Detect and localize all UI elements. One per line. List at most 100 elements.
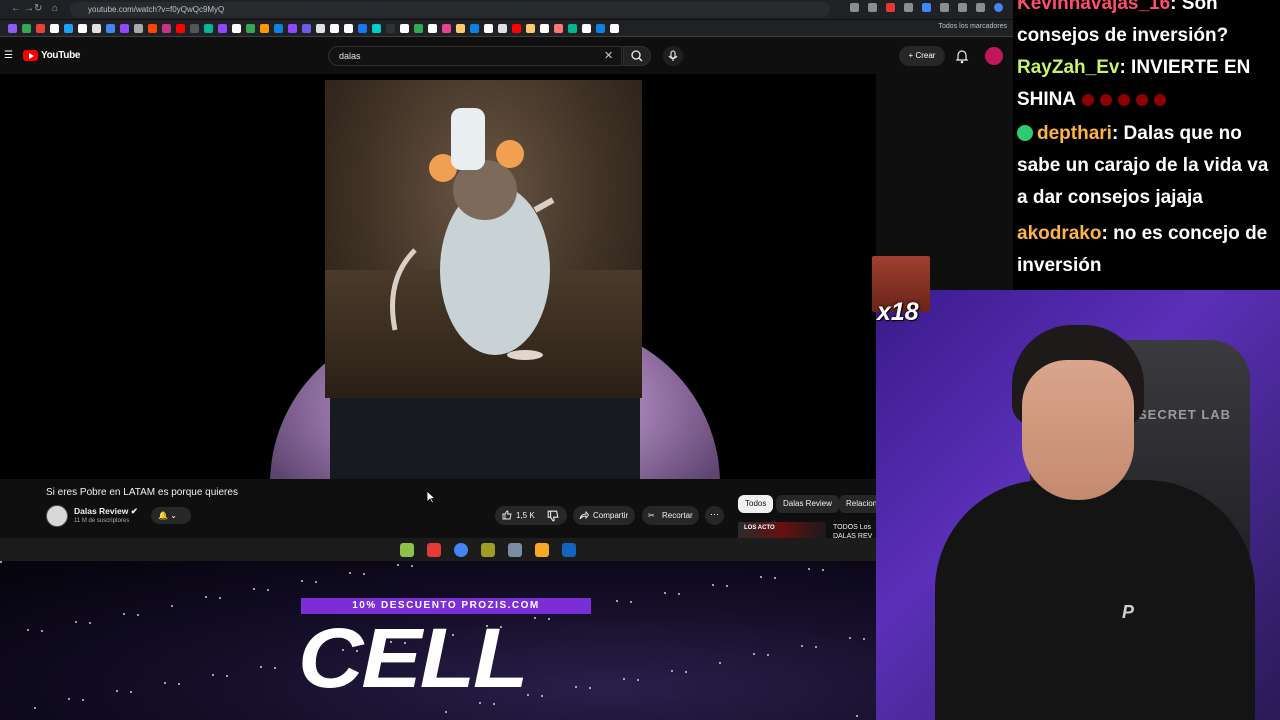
bookmark-favicon-icon[interactable] bbox=[400, 24, 409, 33]
bookmark-favicon-icon[interactable] bbox=[50, 24, 59, 33]
bookmark-favicon-icon[interactable] bbox=[512, 24, 521, 33]
video-player[interactable] bbox=[0, 74, 876, 479]
home-icon[interactable]: ⌂ bbox=[52, 3, 58, 14]
bookmark-favicon-icon[interactable] bbox=[92, 24, 101, 33]
bookmark-favicon-icon[interactable] bbox=[358, 24, 367, 33]
taskbar-app-icon[interactable] bbox=[400, 543, 414, 557]
chat-username[interactable]: Kevinnavajas_16 bbox=[1017, 0, 1170, 14]
bookmark-favicon-icon[interactable] bbox=[190, 24, 199, 33]
bookmark-favicon-icon[interactable] bbox=[414, 24, 423, 33]
taskbar-app-icon[interactable] bbox=[535, 543, 549, 557]
bookmark-favicon-icon[interactable] bbox=[442, 24, 451, 33]
chat-username[interactable]: depthari bbox=[1037, 123, 1112, 144]
chat-username[interactable]: RayZah_Ev bbox=[1017, 57, 1119, 78]
bookmark-favicon-icon[interactable] bbox=[386, 24, 395, 33]
bookmark-favicon-icon[interactable] bbox=[176, 24, 185, 33]
chat-username[interactable]: akodrako bbox=[1017, 223, 1101, 244]
bookmark-favicon-icon[interactable] bbox=[106, 24, 115, 33]
dislike-button[interactable] bbox=[547, 509, 559, 527]
like-button[interactable]: 1,5 K bbox=[502, 510, 535, 520]
subscription-bell-button[interactable]: 🔔 ⌄ bbox=[151, 507, 191, 524]
bookmark-favicon-icon[interactable] bbox=[498, 24, 507, 33]
chat-emote-icon bbox=[1100, 94, 1113, 106]
puzzle-icon[interactable] bbox=[940, 3, 949, 12]
taskbar-app-icon[interactable] bbox=[508, 543, 522, 557]
bookmark-favicon-icon[interactable] bbox=[596, 24, 605, 33]
bookmark-favicon-icon[interactable] bbox=[36, 24, 45, 33]
bookmark-favicon-icon[interactable] bbox=[302, 24, 311, 33]
search-input[interactable]: dalas bbox=[328, 46, 622, 66]
bookmark-favicon-icon[interactable] bbox=[274, 24, 283, 33]
bookmark-favicon-icon[interactable] bbox=[148, 24, 157, 33]
star-decoration bbox=[274, 667, 276, 669]
channel-avatar[interactable] bbox=[46, 505, 68, 527]
create-button[interactable]: + Crear bbox=[899, 46, 945, 66]
bookmark-favicon-icon[interactable] bbox=[568, 24, 577, 33]
bookmark-favicon-icon[interactable] bbox=[428, 24, 437, 33]
streamer-face bbox=[1022, 360, 1134, 500]
bookmark-favicon-icon[interactable] bbox=[218, 24, 227, 33]
bookmark-favicon-icon[interactable] bbox=[134, 24, 143, 33]
voice-search-button[interactable] bbox=[663, 46, 683, 66]
taskbar-app-icon[interactable] bbox=[481, 543, 495, 557]
bookmark-favicon-icon[interactable] bbox=[330, 24, 339, 33]
scissors-icon: ✂ bbox=[648, 511, 655, 520]
bookmark-favicon-icon[interactable] bbox=[78, 24, 87, 33]
taskbar-app-icon[interactable] bbox=[454, 543, 468, 557]
bookmark-favicon-icon[interactable] bbox=[22, 24, 31, 33]
bookmark-favicon-icon[interactable] bbox=[246, 24, 255, 33]
download-icon[interactable] bbox=[976, 3, 985, 12]
bookmark-favicon-icon[interactable] bbox=[288, 24, 297, 33]
extension-icon[interactable] bbox=[922, 3, 931, 12]
bookmark-favicon-icon[interactable] bbox=[8, 24, 17, 33]
bookmark-favicon-icon[interactable] bbox=[540, 24, 549, 33]
search-button[interactable] bbox=[623, 46, 651, 66]
menu-icon[interactable]: ☰ bbox=[4, 50, 13, 61]
bookmark-favicon-icon[interactable] bbox=[232, 24, 241, 33]
bookmark-favicon-icon[interactable] bbox=[162, 24, 171, 33]
bookmarks-folder[interactable]: Todos los marcadores bbox=[939, 23, 1007, 30]
extension-icon[interactable] bbox=[886, 3, 895, 12]
cast-icon[interactable] bbox=[850, 3, 859, 12]
profile-icon[interactable] bbox=[994, 3, 1003, 12]
bookmark-favicon-icon[interactable] bbox=[582, 24, 591, 33]
clip-button[interactable]: ✂ Recortar bbox=[642, 506, 699, 525]
bookmark-favicon-icon[interactable] bbox=[204, 24, 213, 33]
bookmark-favicon-icon[interactable] bbox=[120, 24, 129, 33]
more-actions-button[interactable]: ⋯ bbox=[705, 506, 724, 525]
star-decoration bbox=[116, 690, 118, 692]
address-bar[interactable]: youtube.com/watch?v=f0yQwQc9MyQ bbox=[70, 2, 830, 17]
bookmark-favicon-icon[interactable] bbox=[260, 24, 269, 33]
reload-icon[interactable]: ↻ bbox=[34, 3, 42, 14]
share-icon bbox=[579, 511, 589, 520]
bookmark-favicon-icon[interactable] bbox=[484, 24, 493, 33]
star-decoration bbox=[82, 699, 84, 701]
forward-icon[interactable]: → bbox=[24, 3, 34, 14]
bookmark-star-icon[interactable] bbox=[868, 3, 877, 12]
filter-chip[interactable]: Todos bbox=[738, 495, 774, 513]
bookmark-favicon-icon[interactable] bbox=[526, 24, 535, 33]
account-avatar[interactable] bbox=[985, 47, 1003, 65]
chat-message: Kevinnavajas_16: Son consejos de inversi… bbox=[1017, 0, 1277, 52]
bookmark-favicon-icon[interactable] bbox=[456, 24, 465, 33]
share-button[interactable]: Compartir bbox=[573, 506, 635, 525]
sidebar-icon[interactable] bbox=[958, 3, 967, 12]
star-decoration bbox=[671, 670, 673, 672]
taskbar-app-icon[interactable] bbox=[562, 543, 576, 557]
notifications-bell-icon[interactable] bbox=[955, 48, 969, 64]
bookmark-favicon-icon[interactable] bbox=[470, 24, 479, 33]
bookmark-favicon-icon[interactable] bbox=[344, 24, 353, 33]
bookmark-favicon-icon[interactable] bbox=[372, 24, 381, 33]
bookmark-favicon-icon[interactable] bbox=[64, 24, 73, 33]
extension-icon[interactable] bbox=[904, 3, 913, 12]
bookmark-favicon-icon[interactable] bbox=[316, 24, 325, 33]
taskbar-app-icon[interactable] bbox=[427, 543, 441, 557]
clear-search-icon[interactable]: ✕ bbox=[604, 49, 613, 62]
bookmark-favicon-icon[interactable] bbox=[554, 24, 563, 33]
star-decoration bbox=[164, 682, 166, 684]
channel-name[interactable]: Dalas Review ✔ bbox=[74, 506, 138, 517]
filter-chip[interactable]: Dalas Review bbox=[776, 495, 839, 513]
back-icon[interactable]: ← bbox=[11, 3, 21, 14]
youtube-logo[interactable]: YouTube bbox=[23, 50, 81, 61]
bookmark-favicon-icon[interactable] bbox=[610, 24, 619, 33]
